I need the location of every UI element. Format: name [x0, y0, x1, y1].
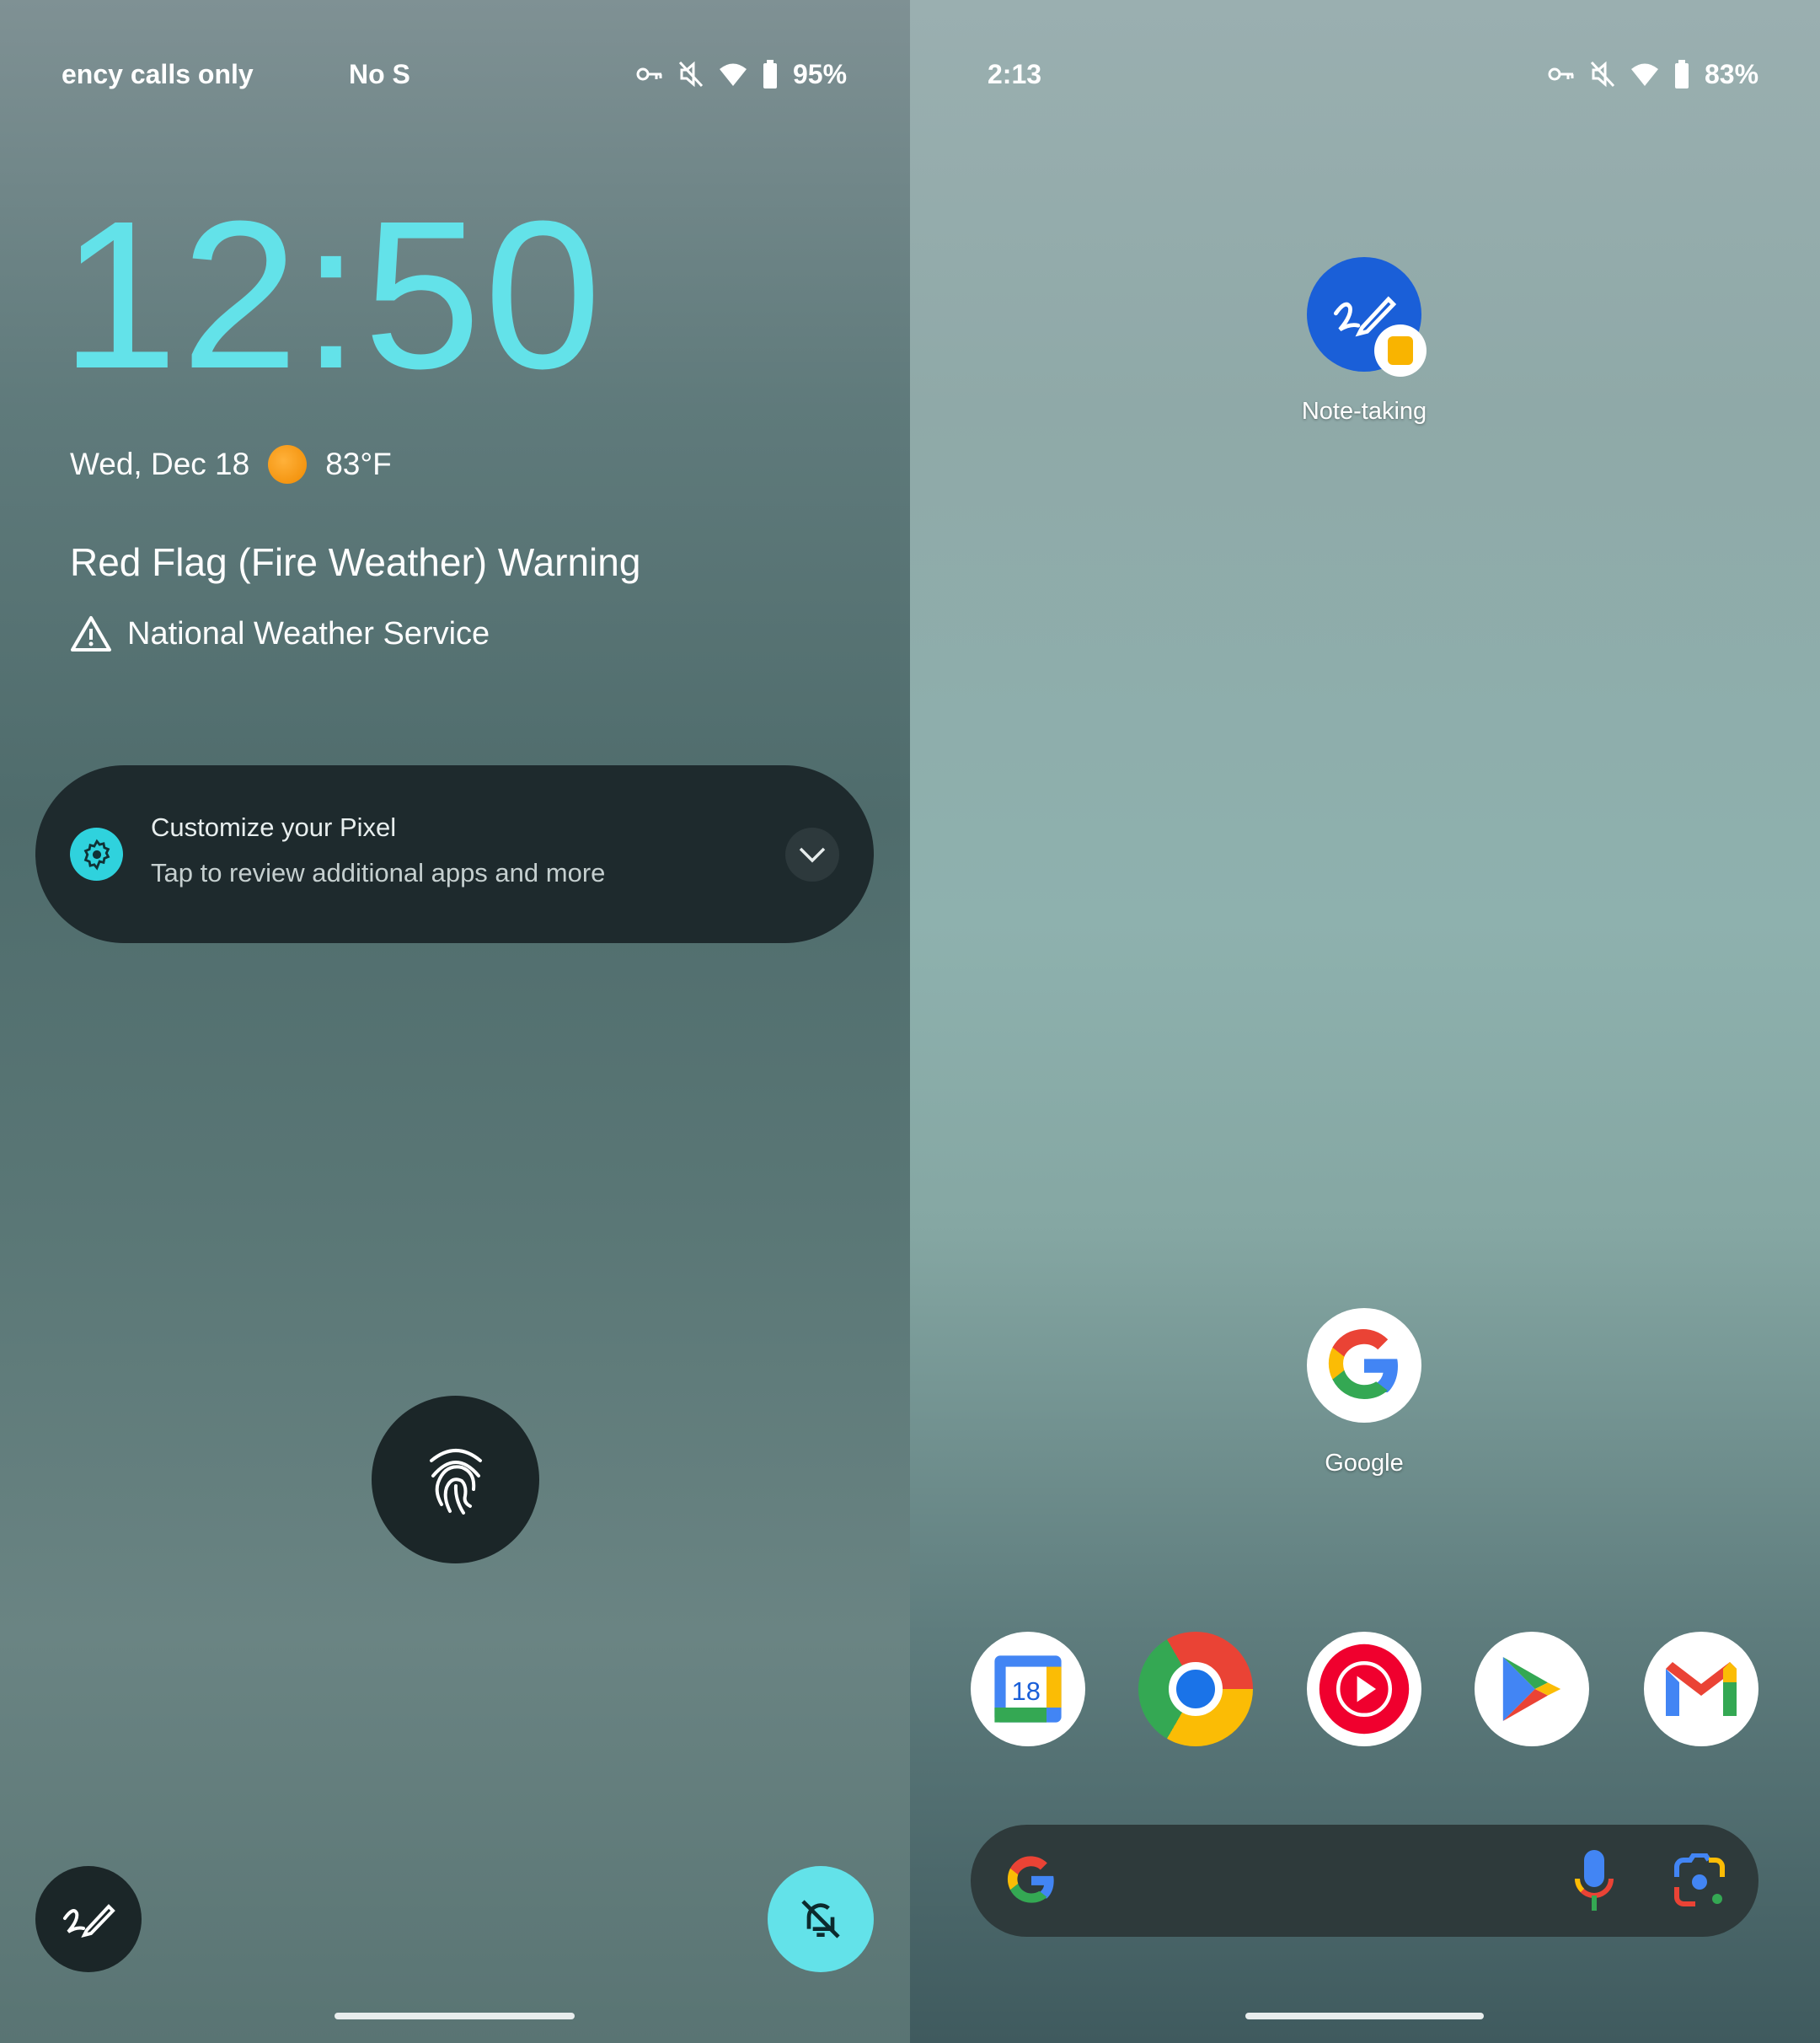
- weather-alert-title[interactable]: Red Flag (Fire Weather) Warning: [70, 539, 640, 585]
- dock-gmail[interactable]: [1644, 1632, 1758, 1746]
- wifi-icon: [720, 63, 747, 86]
- calendar-day: 18: [1012, 1676, 1041, 1706]
- note-taking-shortcut[interactable]: [35, 1866, 142, 1972]
- battery-icon: [763, 60, 777, 88]
- lock-screen: ency calls only No S 95% 12:50 Wed, Dec …: [0, 0, 910, 2043]
- notifications-off-button[interactable]: [768, 1866, 874, 1972]
- google-lens-icon[interactable]: [1672, 1853, 1727, 1909]
- status-icons: 83%: [1548, 57, 1758, 91]
- home-gesture-bar[interactable]: [1245, 2013, 1484, 2019]
- date-weather[interactable]: Wed, Dec 18 83°F: [70, 445, 392, 484]
- alert-source-text: National Weather Service: [127, 615, 490, 652]
- app-google[interactable]: [1307, 1308, 1421, 1423]
- app-label: Google: [1325, 1450, 1404, 1477]
- dock-chrome[interactable]: [1138, 1632, 1253, 1746]
- notifications-off-icon: [801, 1900, 840, 1938]
- notification-card[interactable]: Customize your Pixel Tap to review addit…: [35, 765, 874, 943]
- lock-clock: 12:50: [61, 177, 605, 412]
- expand-chevron-icon[interactable]: [785, 828, 839, 882]
- sun-icon: [268, 445, 308, 484]
- dock-calendar[interactable]: 18: [971, 1632, 1085, 1746]
- dock-youtube-music[interactable]: [1307, 1632, 1421, 1746]
- status-time: 2:13: [988, 59, 1042, 89]
- home-screen: 2:13 83% Note-taking Google 18: [910, 0, 1820, 2043]
- work-badge-icon: [1374, 324, 1427, 377]
- fingerprint-sensor[interactable]: [372, 1396, 539, 1563]
- play-store-icon: [1502, 1657, 1561, 1721]
- app-label: Note-taking: [1301, 398, 1427, 425]
- dock-play-store[interactable]: [1475, 1632, 1589, 1746]
- mute-icon: [678, 61, 704, 88]
- google-g-icon: [1007, 1856, 1054, 1903]
- battery-icon: [1675, 60, 1689, 88]
- wifi-icon: [1631, 63, 1658, 86]
- microphone-icon[interactable]: [1574, 1850, 1614, 1911]
- battery-percent: 83%: [1705, 59, 1759, 89]
- note-taking-icon: [63, 1904, 115, 1938]
- app-note-taking[interactable]: [1307, 257, 1427, 377]
- google-icon: [1307, 1308, 1421, 1423]
- fingerprint-icon: [429, 1448, 482, 1515]
- status-icons: 95%: [636, 57, 847, 91]
- notification-title: Customize your Pixel: [151, 812, 397, 842]
- mute-icon: [1590, 61, 1615, 88]
- youtube-music-icon: [1319, 1644, 1410, 1735]
- home-gesture-bar[interactable]: [335, 2013, 575, 2019]
- warning-icon: [71, 616, 111, 652]
- battery-percent: 95%: [793, 59, 848, 89]
- vpn-key-icon: [1548, 67, 1574, 81]
- weather-alert-source: National Weather Service: [70, 615, 490, 652]
- google-search-bar[interactable]: [971, 1825, 1758, 1937]
- sim-status: No S: [349, 59, 410, 89]
- carrier-status: ency calls only: [62, 59, 254, 89]
- chrome-icon: [1169, 1662, 1223, 1716]
- gear-icon: [70, 828, 123, 881]
- gmail-icon: [1666, 1662, 1737, 1716]
- notification-text: Tap to review additional apps and more: [151, 858, 606, 887]
- vpn-key-icon: [636, 67, 662, 81]
- note-taking-icon: [1307, 257, 1427, 377]
- calendar-icon: 18: [994, 1655, 1062, 1723]
- temperature: 83°F: [325, 447, 392, 481]
- date-text: Wed, Dec 18: [70, 447, 250, 481]
